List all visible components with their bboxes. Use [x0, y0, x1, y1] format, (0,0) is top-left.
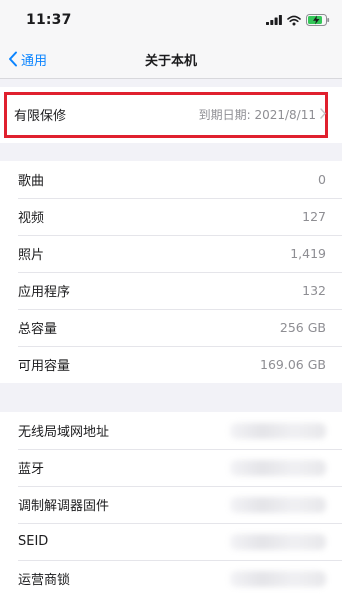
row-value: 169.06 GB: [260, 357, 326, 372]
row-value: 256 GB: [279, 320, 326, 335]
redacted-value: [230, 459, 326, 476]
row-label: 照片: [18, 248, 45, 263]
page-title: 关于本机: [144, 54, 197, 69]
row-label: 视频: [18, 211, 45, 226]
list-item: 应用程序 132: [0, 272, 342, 309]
list-item: 运营商锁: [0, 560, 342, 597]
list-item: 总容量 256 GB: [0, 309, 342, 346]
list-item: 视频 127: [0, 198, 342, 235]
list-item: 可用容量 169.06 GB: [0, 346, 342, 383]
battery-charging-icon: [306, 14, 330, 26]
row-value: 1,419: [290, 246, 326, 261]
row-value: 0: [318, 172, 326, 187]
row-label: 无线局域网地址: [18, 425, 110, 440]
status-icons: [266, 12, 330, 28]
row-value: 132: [302, 283, 326, 298]
warranty-label: 有限保修: [14, 109, 67, 124]
list-item: 蓝牙: [0, 449, 342, 486]
row-label: 调制解调器固件: [18, 499, 110, 514]
redacted-value: [230, 422, 326, 439]
row-label: 蓝牙: [18, 462, 45, 477]
list-item: SEID: [0, 523, 342, 560]
redacted-value: [230, 496, 326, 513]
warranty-row[interactable]: 有限保修 到期日期: 2021/8/11: [0, 87, 342, 143]
row-label: 总容量: [18, 322, 58, 337]
list-item: 调制解调器固件: [0, 486, 342, 523]
row-label: 应用程序: [18, 285, 71, 300]
navigation-bar: 通用 关于本机: [0, 40, 342, 79]
list-item: 照片 1,419: [0, 235, 342, 272]
row-label: 运营商锁: [18, 573, 71, 588]
list-item: 无线局域网地址: [0, 412, 342, 449]
redacted-value: [230, 533, 326, 550]
status-bar: 11:37: [0, 0, 342, 40]
warranty-expiry-value: 到期日期: 2021/8/11: [198, 108, 316, 122]
chevron-right-icon: [320, 108, 326, 119]
network-group: 无线局域网地址 蓝牙 调制解调器固件 SEID 运营商锁: [0, 412, 342, 597]
status-time: 11:37: [26, 12, 72, 28]
signal-icon: [266, 15, 282, 25]
redacted-value: [230, 570, 326, 587]
row-label: 可用容量: [18, 359, 71, 374]
media-group: 歌曲 0 视频 127 照片 1,419 应用程序 132 总容量 256 GB…: [0, 161, 342, 383]
row-label: 歌曲: [18, 174, 45, 189]
row-value: 127: [302, 209, 326, 224]
wifi-icon: [287, 15, 301, 25]
list-item: 歌曲 0: [0, 161, 342, 198]
row-label: SEID: [18, 534, 49, 549]
